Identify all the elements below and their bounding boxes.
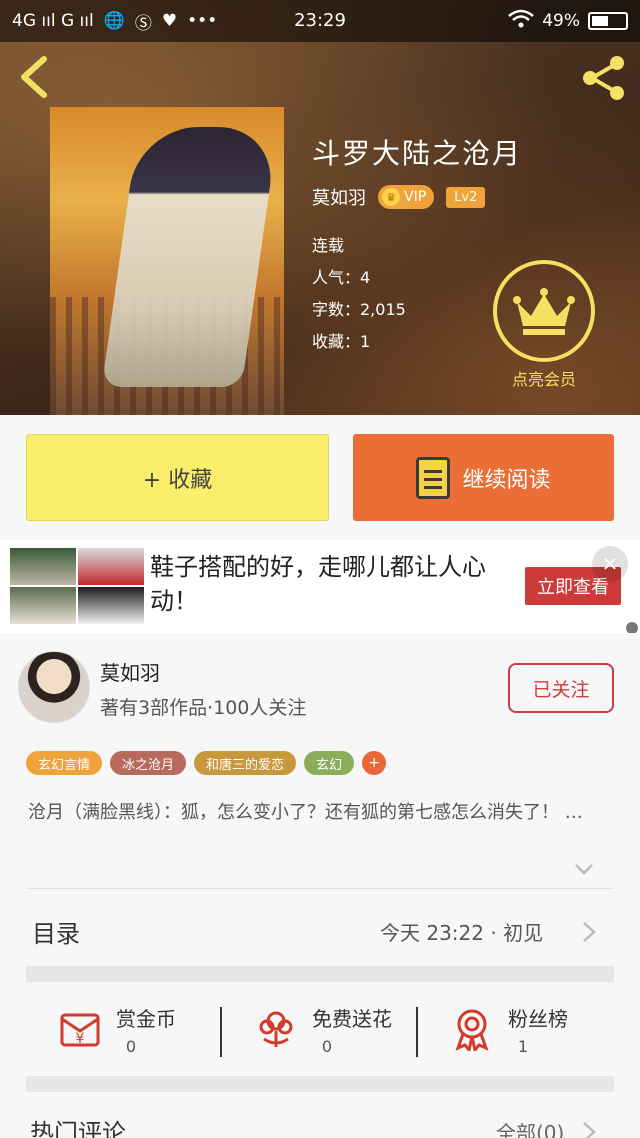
stat-label: 赏金币 bbox=[116, 1007, 176, 1031]
section-divider bbox=[26, 966, 614, 982]
follow-button[interactable]: 已关注 bbox=[508, 663, 614, 713]
svg-text:¥: ¥ bbox=[76, 1031, 85, 1047]
continue-reading-label: 继续阅读 bbox=[462, 467, 551, 493]
book-word-count: 字数：2,015 bbox=[312, 300, 406, 319]
flower-icon bbox=[254, 1007, 298, 1051]
vip-badge: ♛ VIP bbox=[378, 185, 435, 209]
book-status: 连载 bbox=[312, 236, 345, 255]
hot-comments-label: 热门评论 bbox=[30, 1119, 126, 1138]
stat-reward[interactable]: ¥ 赏金币 0 bbox=[26, 999, 222, 1069]
medal-icon bbox=[450, 1007, 494, 1054]
collect-button[interactable]: + 收藏 bbox=[26, 434, 329, 521]
book-popularity: 人气：4 bbox=[312, 268, 371, 287]
close-icon: ✕ bbox=[601, 552, 619, 576]
stat-value: 0 bbox=[321, 1037, 333, 1056]
battery-icon bbox=[588, 12, 628, 30]
vip-label: VIP bbox=[404, 189, 427, 205]
book-author[interactable]: 莫如羽 bbox=[312, 184, 366, 210]
chevron-down-icon bbox=[575, 864, 593, 875]
ad-text: 鞋子搭配的好，走哪儿都让人心动！ bbox=[150, 553, 486, 615]
stat-value: 1 bbox=[517, 1037, 529, 1056]
author-line: 莫如羽 ♛ VIP Lv2 bbox=[312, 184, 486, 210]
status-time: 23:29 bbox=[294, 10, 346, 31]
book-header: 4G ııl G ııl 🌐 Ⓢ ♥ ••• 23:29 49% 斗罗大陆之沧月… bbox=[0, 0, 640, 415]
book-icon bbox=[416, 456, 451, 499]
tag-more-button[interactable]: + bbox=[362, 751, 387, 775]
all-comments-link[interactable]: 全部(0) bbox=[496, 1117, 564, 1138]
battery-fill bbox=[592, 16, 608, 26]
continue-reading-button[interactable]: 继续阅读 bbox=[353, 434, 614, 521]
ad-close-button[interactable]: ✕ bbox=[592, 546, 628, 582]
ad-image bbox=[10, 548, 144, 624]
section-divider bbox=[26, 1076, 614, 1092]
stat-label: 粉丝榜 bbox=[508, 1007, 568, 1031]
expand-button[interactable] bbox=[574, 861, 594, 881]
book-summary[interactable]: 沧月（满脸黑线）：狐，怎么变小了？还有狐的第七感怎么消失了！ … bbox=[28, 799, 608, 827]
chevron-right-icon bbox=[582, 921, 596, 943]
chevron-right-icon bbox=[582, 1121, 596, 1138]
crown-icon: ♛ bbox=[382, 188, 400, 206]
ad-banner[interactable]: 鞋子搭配的好，走哪儿都让人心动！ 立即查看 ✕ bbox=[0, 540, 640, 634]
share-icon bbox=[583, 56, 624, 100]
book-cover[interactable] bbox=[50, 107, 284, 415]
tag-chip[interactable]: 玄幻 bbox=[304, 751, 355, 775]
toc-latest-chapter[interactable]: 今天 23:22 · 初见 bbox=[380, 917, 543, 946]
action-bar: + 收藏 继续阅读 bbox=[0, 415, 640, 540]
author-card: 莫如羽 著有3部作品·100人关注 已关注 玄幻言情 冰之沧月 和唐三的爱恋 玄幻 + … bbox=[0, 633, 640, 1138]
status-bar: 4G ııl G ııl 🌐 Ⓢ ♥ ••• 23:29 49% bbox=[0, 0, 640, 42]
member-label[interactable]: 点亮会员 bbox=[493, 366, 595, 390]
author-name[interactable]: 莫如羽 bbox=[100, 657, 160, 686]
book-title: 斗罗大陆之沧月 bbox=[312, 137, 523, 170]
stat-label: 免费送花 bbox=[312, 1007, 392, 1031]
member-button[interactable] bbox=[493, 260, 595, 362]
divider bbox=[26, 888, 614, 889]
stat-fans[interactable]: 粉丝榜 1 bbox=[418, 999, 614, 1069]
author-subtitle: 著有3部作品·100人关注 bbox=[100, 697, 307, 719]
stats-row: ¥ 赏金币 0 免费送花 0 粉丝榜 1 bbox=[26, 985, 614, 1075]
avatar[interactable] bbox=[18, 651, 90, 723]
chevron-left-icon bbox=[21, 56, 47, 98]
back-button[interactable] bbox=[16, 55, 56, 99]
tag-chip[interactable]: 冰之沧月 bbox=[110, 751, 187, 775]
red-envelope-icon: ¥ bbox=[58, 1007, 102, 1051]
book-favorites: 收藏：1 bbox=[312, 332, 371, 351]
tag-chip[interactable]: 玄幻言情 bbox=[26, 751, 103, 775]
share-button[interactable] bbox=[578, 52, 630, 104]
tag-list: 玄幻言情 冰之沧月 和唐三的爱恋 玄幻 + bbox=[26, 751, 387, 775]
tag-chip[interactable]: 和唐三的爱恋 bbox=[194, 751, 297, 775]
crown-icon bbox=[513, 288, 575, 335]
stat-flower[interactable]: 免费送花 0 bbox=[222, 999, 418, 1069]
toc-label[interactable]: 目录 bbox=[32, 914, 80, 949]
stat-value: 0 bbox=[125, 1037, 137, 1056]
level-badge: Lv2 bbox=[446, 186, 486, 208]
